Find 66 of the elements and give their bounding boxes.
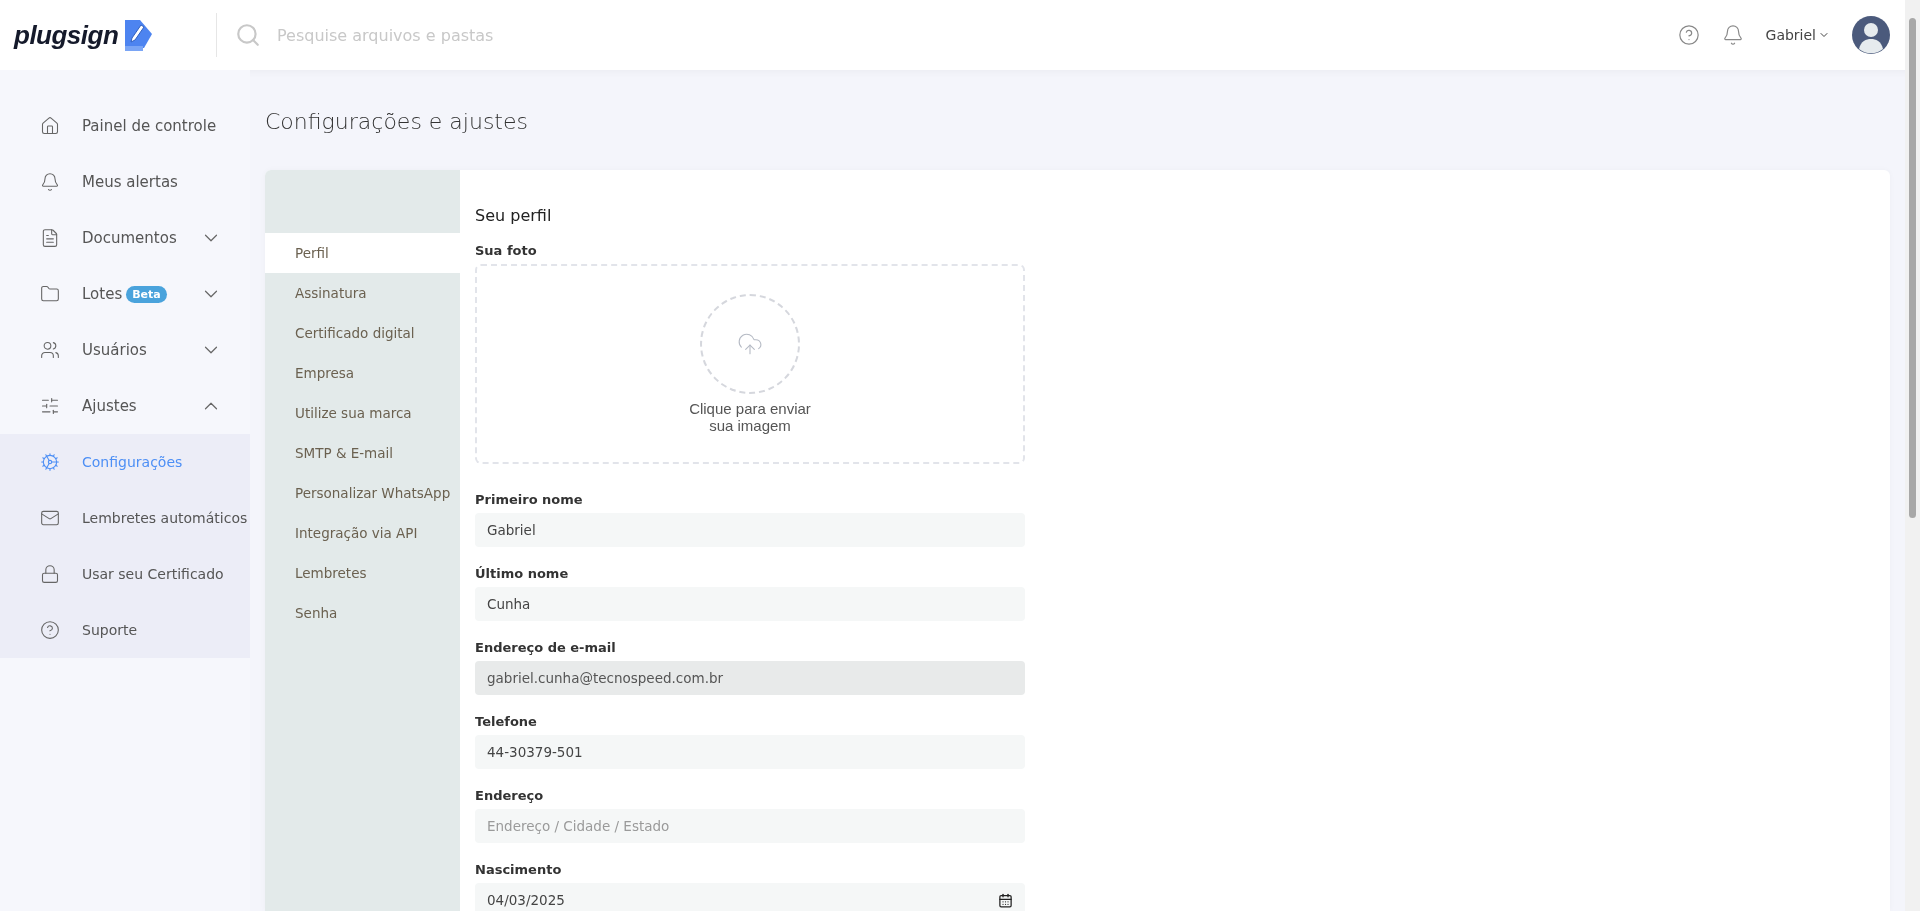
calendar-icon[interactable] [998,893,1013,908]
page-title: Configurações e ajustes [265,109,529,136]
settings-tab[interactable]: Perfil [265,233,460,273]
field-label: Último nome [475,566,570,581]
sidebar-label: Ajustes [82,397,137,415]
sidebar-label: Lotes [82,285,123,303]
sidebar-label: Suporte [82,622,138,638]
sidebar-label: Documentos [82,229,177,247]
settings-tab[interactable]: Senha [265,593,460,633]
settings-tab[interactable]: Assinatura [265,273,460,313]
sidebar-item[interactable]: Ajustes [0,378,250,434]
field-label: Nascimento [475,862,563,877]
field-label: Telefone [475,714,538,729]
field-label: Endereço [475,788,545,803]
date-field[interactable]: 04/03/2025 [475,883,1025,911]
input-field[interactable]: Gabriel [475,513,1025,547]
bell-icon [40,172,60,192]
sidebar-item[interactable]: Painel de controle [0,98,250,154]
section-title: Seu perfil [475,206,553,225]
document-icon [40,228,60,248]
help-icon[interactable] [1677,24,1700,46]
settings-tab[interactable]: Personalizar WhatsApp [265,473,460,513]
photo-upload-area[interactable]: Clique para enviar sua imagem [475,264,1025,464]
home-icon [40,116,60,136]
logo-icon [122,18,155,52]
sidebar-item[interactable]: Lotes Beta [0,266,250,322]
settings-tab[interactable]: Utilize sua marca [265,393,460,433]
sidebar-item[interactable]: Meus alertas [0,154,250,210]
users-icon [40,340,60,360]
field-label: Primeiro nome [475,492,584,507]
settings-tab[interactable]: Certificado digital [265,313,460,353]
sidebar-label: Meus alertas [82,173,178,191]
input-field[interactable]: Endereço / Cidade / Estado [475,809,1025,843]
upload-hint: Clique para enviar sua imagem [689,400,811,434]
logo-text: plugsign [14,19,119,51]
sidebar-item[interactable]: Usuários [0,322,250,378]
sidebar-item[interactable]: Usar seu Certificado [0,546,250,602]
scrollbar[interactable] [1905,0,1920,911]
settings-tab[interactable]: Integração via API [265,513,460,553]
sidebar-item[interactable]: Documentos [0,210,250,266]
sidebar-item[interactable]: Lembretes automáticos [0,490,250,546]
folder-icon [40,284,60,304]
settings-tab[interactable]: Lembretes [265,553,460,593]
search-icon [235,22,261,48]
settings-tab[interactable]: Empresa [265,353,460,393]
settings-tab[interactable]: SMTP & E-mail [265,433,460,473]
sidebar-item[interactable]: Suporte [0,602,250,658]
gear-icon [40,452,60,472]
sidebar-label: Configurações [82,454,183,470]
sidebar-label: Usuários [82,341,147,359]
cloud-upload-icon [737,331,763,357]
avatar-icon[interactable] [1852,16,1890,54]
field-label: Sua foto [475,243,538,258]
sidebar-label: Lembretes automáticos [82,510,248,526]
input-field[interactable]: 44-30379-501 [475,735,1025,769]
user-menu[interactable]: Gabriel [1765,27,1830,43]
sidebar-label: Usar seu Certificado [82,566,224,582]
input-field[interactable]: Cunha [475,587,1025,621]
field-label: Endereço de e-mail [475,640,617,655]
envelope-icon [40,508,60,528]
sidebar-label: Painel de controle [82,117,217,135]
beta-badge: Beta [126,285,167,303]
sliders-icon [40,396,60,416]
lock-icon [40,564,60,584]
bell-icon[interactable] [1721,24,1744,46]
help-icon [40,620,60,640]
